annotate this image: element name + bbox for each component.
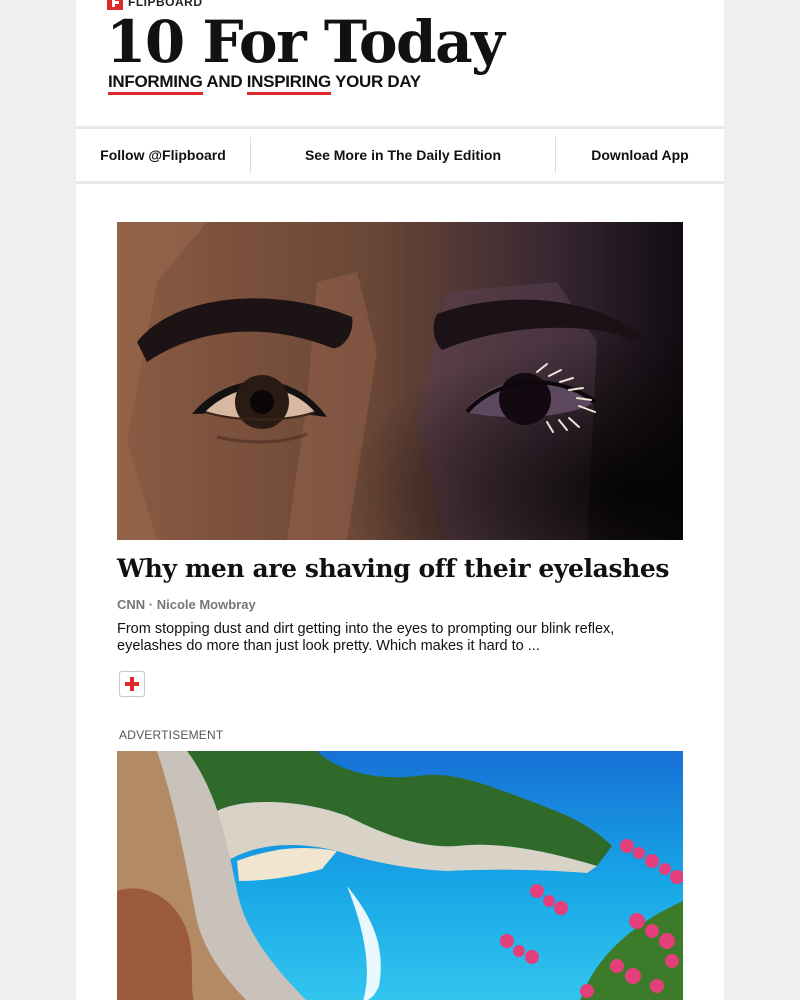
tagline-word-informing: INFORMING xyxy=(108,72,203,95)
article-summary: From stopping dust and dirt getting into… xyxy=(117,621,615,654)
nav-divider-bottom xyxy=(76,181,724,184)
nav-bar: Follow @Flipboard See More in The Daily … xyxy=(76,129,724,181)
flip-plus-button[interactable] xyxy=(119,671,145,697)
eyes-illustration-icon xyxy=(117,222,683,540)
plus-icon xyxy=(125,677,139,691)
article-image[interactable] xyxy=(117,222,683,540)
follow-flipboard-link[interactable]: Follow @Flipboard xyxy=(76,147,250,163)
article-headline[interactable]: Why men are shaving off their eyelashes xyxy=(117,554,669,583)
advertisement-label: ADVERTISEMENT xyxy=(119,728,224,742)
tagline-word-inspiring: INSPIRING xyxy=(246,72,331,95)
email-page: FLIPBOARD 10 For Today INFORMING AND INS… xyxy=(76,0,724,1000)
newsletter-title: 10 For Today xyxy=(106,8,505,76)
tagline-rest: YOUR DAY xyxy=(335,72,421,91)
see-more-daily-edition-link[interactable]: See More in The Daily Edition xyxy=(251,147,555,163)
article-source: CNN · Nicole Mowbray xyxy=(117,597,256,612)
tagline-word-and: AND xyxy=(206,72,243,91)
beach-cove-photo-icon xyxy=(117,751,683,1000)
tagline: INFORMING AND INSPIRING YOUR DAY xyxy=(108,72,421,95)
advertisement-image[interactable] xyxy=(117,751,683,1000)
download-app-link[interactable]: Download App xyxy=(556,147,724,163)
